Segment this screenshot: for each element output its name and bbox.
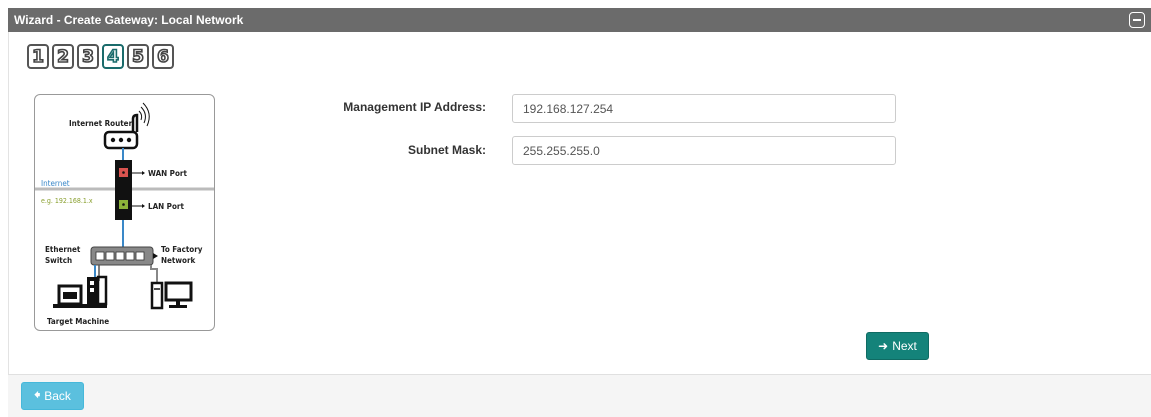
step-5: 5 [127, 44, 149, 69]
step-4-current: 4 [102, 44, 124, 69]
next-button[interactable]: ➜ Next [866, 332, 929, 360]
back-button[interactable]: 🠸 Back [21, 382, 84, 410]
arrow-left-icon: 🠸 [34, 387, 41, 402]
pc-icon [150, 281, 193, 310]
subnet-mask-input[interactable] [512, 136, 896, 165]
step-6: 6 [152, 44, 174, 69]
machine-icon [53, 275, 108, 308]
diagram-label-switch: Switch [45, 256, 73, 265]
subnet-mask-label: Subnet Mask: [407, 143, 486, 157]
diagram-label-lan-port: LAN Port [148, 202, 184, 211]
network-diagram-graphic [35, 102, 214, 310]
management-ip-input[interactable] [512, 94, 896, 123]
minus-square-icon[interactable] [1129, 12, 1145, 28]
step-2: 2 [52, 44, 74, 69]
diagram-label-wan-port: WAN Port [148, 169, 187, 178]
step-indicator: 1 2 3 4 5 6 [27, 44, 174, 69]
gateway-icon [115, 160, 132, 220]
management-ip-label: Management IP Address: [343, 100, 486, 114]
switch-icon [90, 246, 158, 266]
diagram-label-internet-router: Internet Router [69, 119, 133, 128]
diagram-label-target-machine: Target Machine [47, 317, 110, 326]
next-button-label: Next [892, 339, 917, 353]
arrow-right-icon: ➜ [878, 339, 889, 353]
back-button-label: Back [44, 389, 71, 403]
step-3: 3 [77, 44, 99, 69]
diagram-label-network: Network [161, 256, 196, 265]
diagram-label-to-factory: To Factory [161, 245, 203, 254]
wizard-footer [8, 374, 1151, 417]
diagram-label-internet: Internet [41, 179, 70, 188]
window-titlebar: Wizard - Create Gateway: Local Network [8, 8, 1151, 32]
step-1: 1 [27, 44, 49, 69]
window-title: Wizard - Create Gateway: Local Network [14, 13, 244, 27]
network-diagram: Internet Router WAN Port Internet e.g. 1… [34, 94, 215, 331]
diagram-label-subnet-example: e.g. 192.168.1.x [41, 197, 93, 205]
diagram-label-ethernet: Ethernet [45, 245, 81, 254]
